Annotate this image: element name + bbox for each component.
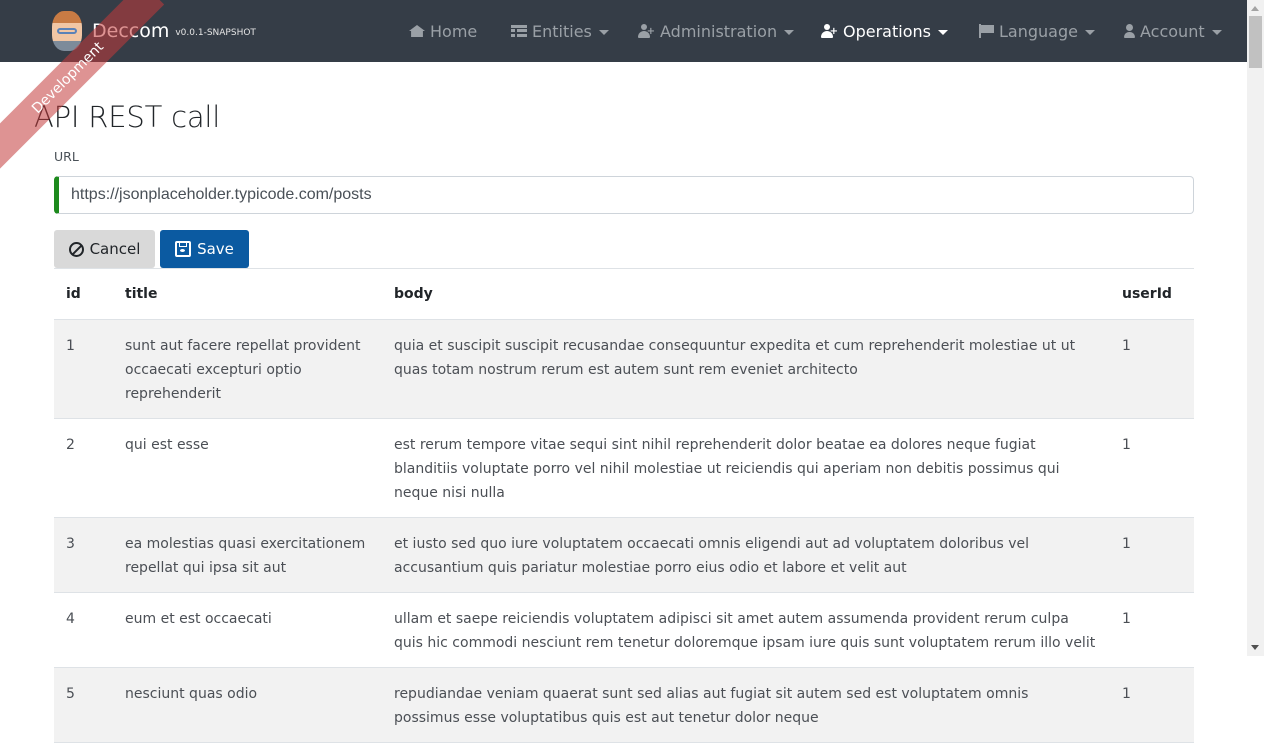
cell-title: nesciunt quas odio [113, 667, 382, 743]
column-header-body: body [382, 268, 1110, 320]
table-row: 3 ea molestias quasi exercitationem repe… [54, 517, 1194, 593]
cell-id: 2 [54, 418, 113, 518]
chevron-down-icon [598, 29, 609, 35]
table-header-row: id title body userId [54, 268, 1194, 320]
scroll-down-arrow-icon[interactable] [1251, 645, 1259, 650]
top-navbar: Deccom v0.0.1-SNAPSHOT Home Entities + A… [0, 0, 1247, 62]
chevron-down-icon [1084, 29, 1095, 35]
cell-id: 5 [54, 667, 113, 743]
nav-operations[interactable]: + Operations [821, 0, 948, 62]
chevron-down-icon [1211, 29, 1222, 35]
page-scrollbar[interactable] [1247, 0, 1264, 656]
url-input[interactable] [54, 176, 1194, 214]
user-icon [1124, 24, 1135, 38]
url-label: URL [54, 149, 79, 164]
save-button[interactable]: Save [160, 230, 249, 268]
floppy-disk-icon [175, 241, 192, 257]
cell-body: et iusto sed quo iure voluptatem occaeca… [382, 517, 1110, 593]
cell-id: 4 [54, 592, 113, 668]
cell-userid: 1 [1110, 319, 1194, 419]
cell-title: qui est esse [113, 418, 382, 518]
table-row: 4 eum et est occaecati ullam et saepe re… [54, 592, 1194, 668]
cell-userid: 1 [1110, 592, 1194, 668]
nav-operations-label: Operations [843, 21, 931, 41]
nav-home[interactable]: Home [409, 0, 477, 62]
cancel-button[interactable]: Cancel [54, 230, 155, 268]
table-row: 5 nesciunt quas odio repudiandae veniam … [54, 667, 1194, 743]
nav-entities-label: Entities [532, 21, 592, 41]
nav-language-label: Language [999, 21, 1078, 41]
cell-userid: 1 [1110, 418, 1194, 518]
nav-administration[interactable]: + Administration [638, 0, 795, 62]
scrollbar-thumb[interactable] [1249, 16, 1262, 68]
column-header-userid: userId [1110, 268, 1194, 320]
nav-account-label: Account [1140, 21, 1205, 41]
flag-icon [979, 24, 994, 38]
cell-body: ullam et saepe reiciendis voluptatem adi… [382, 592, 1110, 668]
save-button-label: Save [197, 240, 234, 258]
cell-body: est rerum tempore vitae sequi sint nihil… [382, 418, 1110, 518]
brand-version: v0.0.1-SNAPSHOT [175, 28, 256, 38]
nav-home-label: Home [430, 21, 478, 41]
cancel-button-label: Cancel [89, 240, 141, 258]
column-header-id: id [54, 268, 113, 320]
cell-title: ea molestias quasi exercitationem repell… [113, 517, 382, 593]
nav-language[interactable]: Language [979, 0, 1095, 62]
nav-administration-label: Administration [660, 21, 778, 41]
cell-userid: 1 [1110, 517, 1194, 593]
cell-id: 3 [54, 517, 113, 593]
cell-body: repudiandae veniam quaerat sunt sed alia… [382, 667, 1110, 743]
cell-body: quia et suscipit suscipit recusandae con… [382, 319, 1110, 419]
cell-title: eum et est occaecati [113, 592, 382, 668]
chevron-down-icon [937, 29, 948, 35]
table-icon [511, 24, 527, 38]
scroll-up-arrow-icon[interactable] [1251, 6, 1259, 11]
chevron-down-icon [784, 29, 795, 35]
column-header-title: title [113, 268, 382, 320]
table-row: 2 qui est esse est rerum tempore vitae s… [54, 418, 1194, 518]
ban-icon [68, 241, 84, 257]
table-row: 1 sunt aut facere repellat provident occ… [54, 319, 1194, 419]
cell-title: sunt aut facere repellat provident occae… [113, 319, 382, 419]
nav-account[interactable]: Account [1124, 0, 1222, 62]
posts-table: id title body userId 1 sunt aut facere r… [54, 268, 1194, 743]
user-plus-icon: + [638, 24, 655, 38]
user-plus-icon: + [821, 24, 838, 38]
cell-id: 1 [54, 319, 113, 419]
home-icon [409, 25, 425, 37]
nav-entities[interactable]: Entities [511, 0, 609, 62]
cell-userid: 1 [1110, 667, 1194, 743]
